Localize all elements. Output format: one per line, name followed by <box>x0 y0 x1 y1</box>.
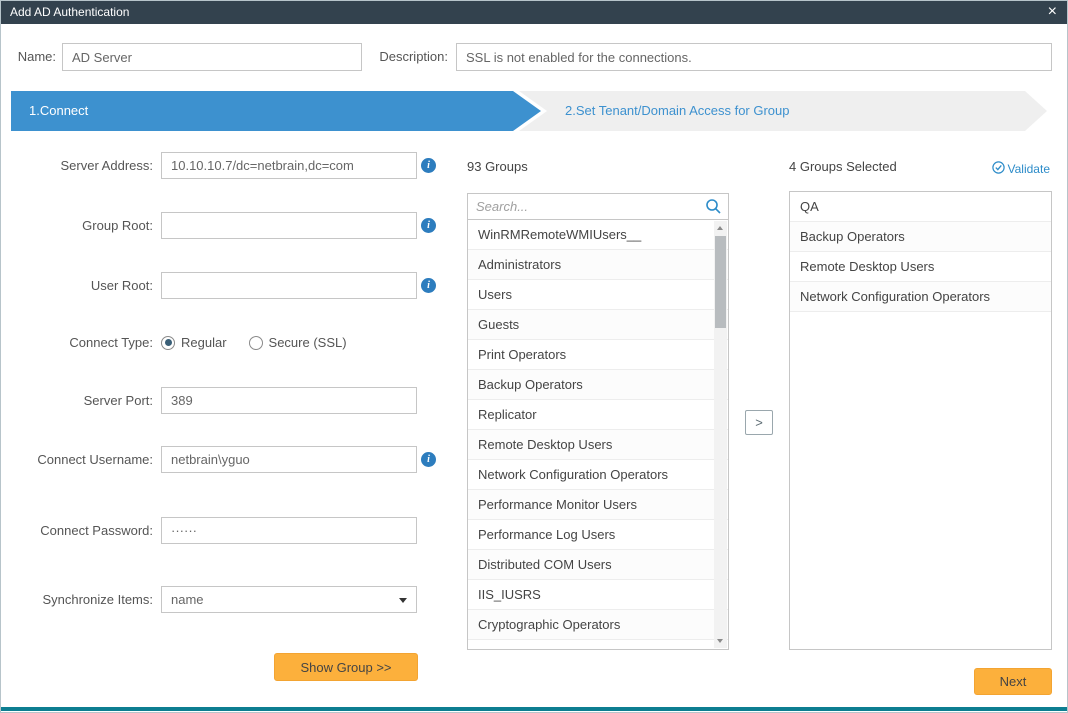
server-port-label: Server Port: <box>11 387 153 414</box>
selected-groups-list: QA Backup Operators Remote Desktop Users… <box>789 191 1052 650</box>
user-root-input[interactable] <box>161 272 417 299</box>
tab-step2-set-tenant-domain-access[interactable]: 2.Set Tenant/Domain Access for Group <box>519 91 1047 131</box>
list-item[interactable]: Remote Desktop Users <box>468 430 728 460</box>
server-port-input[interactable] <box>161 387 417 414</box>
list-item[interactable]: Replicator <box>468 400 728 430</box>
radio-selected-dot <box>165 339 172 346</box>
list-item[interactable]: Users <box>468 280 728 310</box>
dialog-bottom-accent-bar <box>1 707 1067 711</box>
server-address-input[interactable] <box>161 152 417 179</box>
synchronize-items-select[interactable]: name <box>161 586 417 613</box>
validate-link[interactable]: Validate <box>992 161 1050 177</box>
add-ad-authentication-dialog: Add AD Authentication × Name: Descriptio… <box>0 0 1068 713</box>
server-address-label: Server Address: <box>11 152 153 179</box>
step1-label: 1.Connect <box>29 103 88 118</box>
next-button[interactable]: Next <box>974 668 1052 695</box>
groups-count-header: 93 Groups <box>467 159 528 174</box>
scrollbar-thumb[interactable] <box>715 236 726 328</box>
list-item[interactable]: Distributed COM Users <box>468 550 728 580</box>
secure-ssl-radio[interactable] <box>249 336 263 350</box>
connect-type-label: Connect Type: <box>11 329 153 356</box>
dialog-title: Add AD Authentication <box>10 5 129 19</box>
step2-label: 2.Set Tenant/Domain Access for Group <box>565 103 790 118</box>
validate-label: Validate <box>1008 162 1050 176</box>
group-root-label: Group Root: <box>11 212 153 239</box>
search-icon[interactable] <box>705 198 722 220</box>
dialog-titlebar: Add AD Authentication × <box>1 1 1067 24</box>
group-search-input[interactable] <box>468 194 698 219</box>
close-icon[interactable]: × <box>1048 1 1057 24</box>
name-label: Name: <box>11 43 56 71</box>
add-group-transfer-button[interactable]: > <box>745 410 773 435</box>
scroll-down-icon[interactable] <box>714 634 727 648</box>
connect-password-label: Connect Password: <box>11 517 153 544</box>
user-root-info-icon[interactable]: i <box>421 278 436 293</box>
list-item[interactable]: QA <box>790 192 1051 222</box>
connect-type-radio-group: Regular Secure (SSL) <box>161 335 363 350</box>
connect-username-label: Connect Username: <box>11 446 153 473</box>
list-item[interactable]: Network Configuration Operators <box>790 282 1051 312</box>
available-groups-list: WinRMRemoteWMIUsers__ Administrators Use… <box>467 219 729 650</box>
chevron-down-icon <box>399 598 407 603</box>
group-root-info-icon[interactable]: i <box>421 218 436 233</box>
tab-step1-connect[interactable]: 1.Connect <box>11 91 541 131</box>
list-item[interactable]: WinRMRemoteWMIUsers__ <box>468 220 728 250</box>
secure-ssl-radio-label[interactable]: Secure (SSL) <box>269 335 347 350</box>
list-item[interactable]: Print Operators <box>468 340 728 370</box>
show-group-button[interactable]: Show Group >> <box>274 653 418 681</box>
synchronize-items-label: Synchronize Items: <box>11 586 153 613</box>
scroll-up-icon[interactable] <box>714 221 727 235</box>
list-item[interactable]: Remote Desktop Users <box>790 252 1051 282</box>
description-label: Description: <box>373 43 448 71</box>
regular-radio-label[interactable]: Regular <box>181 335 227 350</box>
description-input[interactable] <box>456 43 1052 71</box>
list-item[interactable]: IIS_IUSRS <box>468 580 728 610</box>
list-item[interactable]: Backup Operators <box>790 222 1051 252</box>
list-item[interactable]: Administrators <box>468 250 728 280</box>
list-item[interactable]: Performance Log Users <box>468 520 728 550</box>
user-root-label: User Root: <box>11 272 153 299</box>
connect-username-input[interactable] <box>161 446 417 473</box>
name-input[interactable] <box>62 43 362 71</box>
list-item[interactable]: Guests <box>468 310 728 340</box>
list-item[interactable]: Network Configuration Operators <box>468 460 728 490</box>
connect-password-input[interactable] <box>161 517 417 544</box>
selected-groups-header: 4 Groups Selected <box>789 159 897 174</box>
regular-radio[interactable] <box>161 336 175 350</box>
validate-check-icon <box>992 161 1005 177</box>
list-item[interactable]: Performance Monitor Users <box>468 490 728 520</box>
group-root-input[interactable] <box>161 212 417 239</box>
list-item[interactable]: Backup Operators <box>468 370 728 400</box>
synchronize-items-value: name <box>171 592 204 607</box>
connect-username-info-icon[interactable]: i <box>421 452 436 467</box>
groups-list-scrollbar[interactable] <box>714 221 727 648</box>
list-item[interactable]: Cryptographic Operators <box>468 610 728 640</box>
group-search-box <box>467 193 729 220</box>
server-address-info-icon[interactable]: i <box>421 158 436 173</box>
